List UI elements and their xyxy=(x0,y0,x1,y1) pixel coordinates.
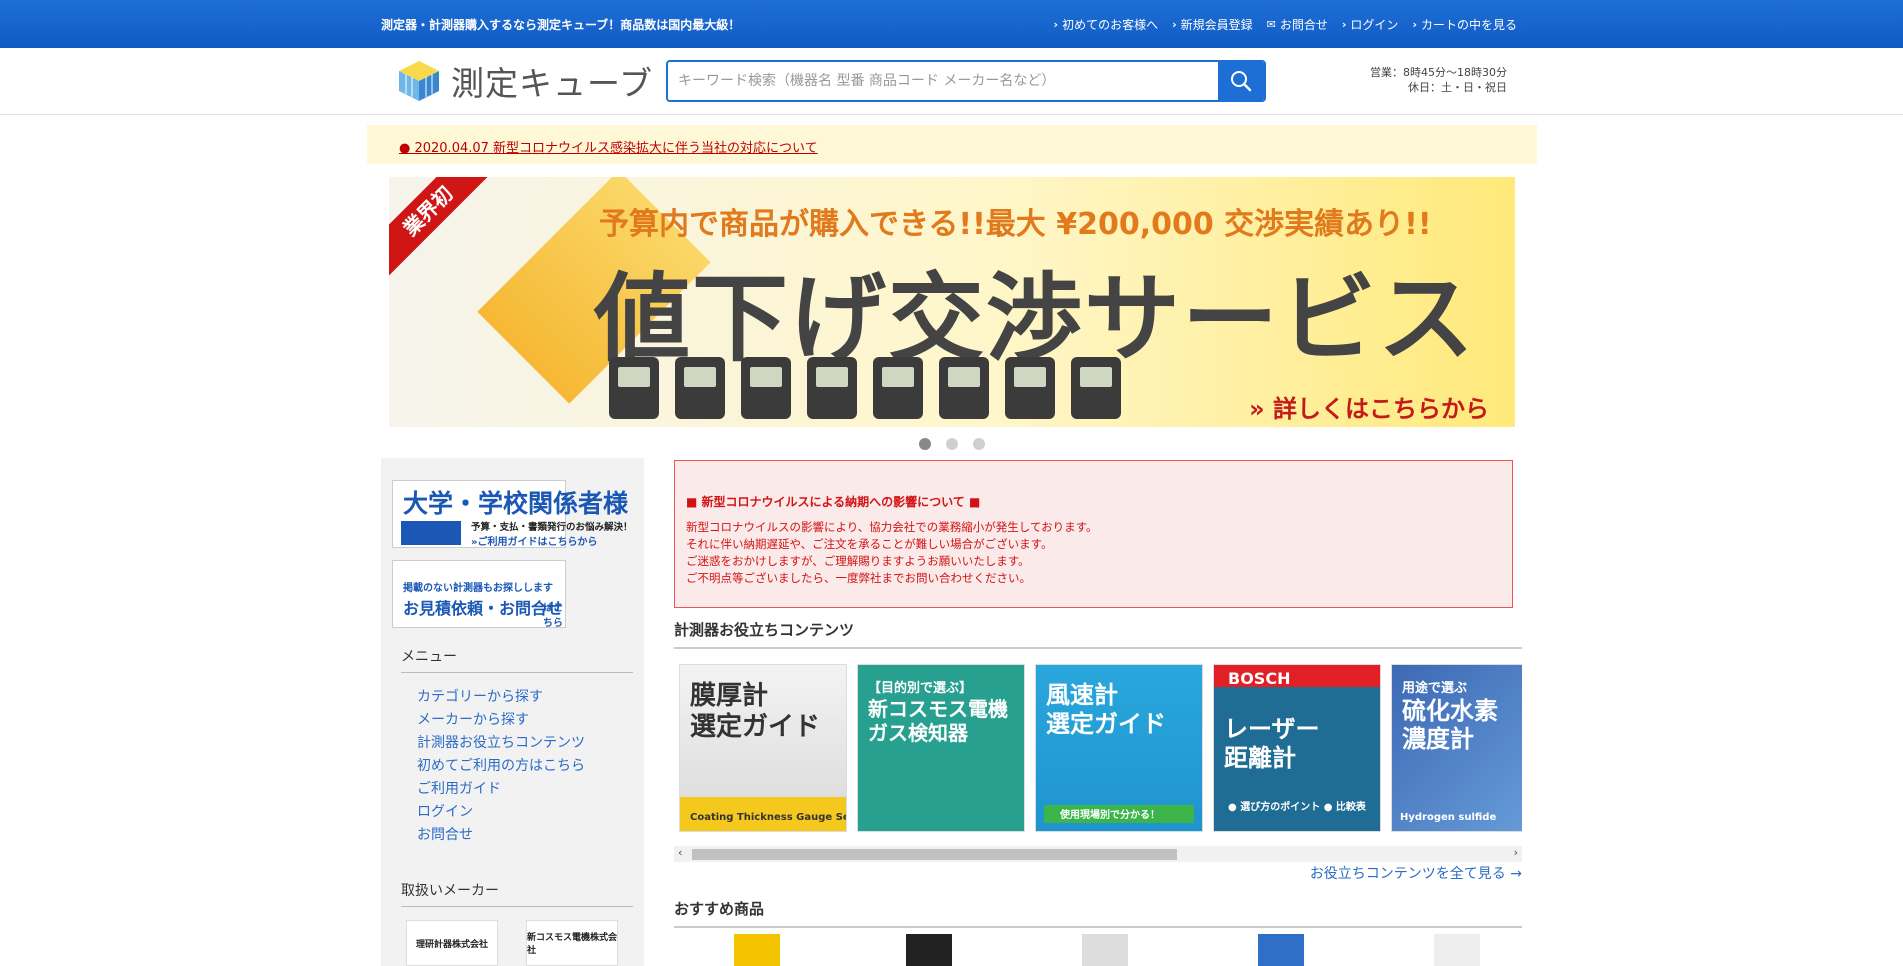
alert-title: ■ 新型コロナウイルスによる納期への影響について ■ xyxy=(686,495,981,509)
menu-item-maker[interactable]: メーカーから探す xyxy=(417,709,585,732)
site-tagline: 測定器・計測器購入するなら測定キューブ！商品数は国内最大級！ xyxy=(381,18,741,32)
content-card-gas-detector[interactable]: 【目的別で選ぶ】 新コスモス電機 ガス検知器 xyxy=(857,664,1025,832)
cart-link[interactable]: › カートの中を見る xyxy=(1412,16,1517,33)
menu-item-first-time[interactable]: 初めてご利用の方はこちら xyxy=(417,755,585,778)
carousel-dot[interactable] xyxy=(946,438,958,450)
cube-logo-icon xyxy=(395,57,443,105)
chevron-right-icon: › xyxy=(1412,18,1417,31)
content-card-film-thickness[interactable]: 膜厚計選定ガイド Coating Thickness Gauge Select … xyxy=(679,664,847,832)
device-image xyxy=(873,357,923,419)
contact-link[interactable]: ✉ お問合せ xyxy=(1267,16,1328,33)
device-image xyxy=(939,357,989,419)
scrollbar-thumb[interactable] xyxy=(692,849,1177,860)
device-image xyxy=(1005,357,1055,419)
content-card-anemometer[interactable]: 風速計 選定ガイド 使用現場別で分かる！ xyxy=(1035,664,1203,832)
quote-request-banner[interactable]: 掲載のない計測器もお探しします お見積依頼・お問合せ はこちら xyxy=(392,560,566,629)
contents-heading: 計測器お役立ちコンテンツ xyxy=(674,619,1522,649)
scroll-right-icon[interactable]: › xyxy=(1514,846,1518,859)
product-image[interactable] xyxy=(1258,934,1304,966)
menu-item-category[interactable]: カテゴリーから探す xyxy=(417,686,585,709)
product-image[interactable] xyxy=(1082,934,1128,966)
device-image xyxy=(1071,357,1121,419)
carousel-dot[interactable] xyxy=(919,438,931,450)
carousel-dot[interactable] xyxy=(973,438,985,450)
search-box xyxy=(666,60,1266,102)
sidebar: 大学・学校関係者様 予算・支払・書類発行のお悩み解決！ »ご利用ガイドはこちらか… xyxy=(381,458,644,966)
side-menu: カテゴリーから探す メーカーから探す 計測器お役立ちコンテンツ 初めてご利用の方… xyxy=(417,686,585,847)
carousel-dots xyxy=(919,438,985,450)
product-image[interactable] xyxy=(734,934,780,966)
device-image xyxy=(609,357,659,419)
scroll-left-icon[interactable]: ‹ xyxy=(678,846,682,859)
business-hours: 営業：8時45分〜18時30分 休日：土・日・祝日 xyxy=(1370,66,1507,94)
top-links: › 初めてのお客様へ › 新規会員登録 ✉ お問合せ › ログイン › カートの中を見る xyxy=(1054,16,1517,33)
view-all-contents-link[interactable]: お役立ちコンテンツを全て見る → xyxy=(1310,863,1522,883)
device-image xyxy=(807,357,857,419)
logo-text: 測定キューブ xyxy=(451,64,654,103)
site-header: 測定キューブ 営業：8時45分〜18時30分 休日：土・日・祝日 xyxy=(0,48,1903,115)
ribbon-badge: 業界初 xyxy=(389,177,494,277)
device-image xyxy=(675,357,725,419)
banner-more-link: » 詳しくはこちらから xyxy=(1249,395,1489,423)
top-bar: 測定器・計測器購入するなら測定キューブ！商品数は国内最大級！ › 初めてのお客様へ… xyxy=(0,0,1903,48)
school-building-icon xyxy=(401,521,461,545)
makers-heading: 取扱いメーカー xyxy=(401,880,633,907)
recommended-heading: おすすめ商品 xyxy=(674,898,1522,928)
alert-body: 新型コロナウイルスの影響により、協力会社での業務縮小が発生しております。 それに… xyxy=(686,520,1098,585)
content-card-h2s-meter[interactable]: 用途で選ぶ 硫化水素 濃度計 Hydrogen sulfide xyxy=(1391,664,1522,832)
content-card-laser-rangefinder[interactable]: BOSCH レーザー 距離計 ● 選び方のポイント ● 比較表 xyxy=(1213,664,1381,832)
device-images xyxy=(609,357,1121,419)
first-time-link[interactable]: › 初めてのお客様へ xyxy=(1054,16,1159,33)
chevron-right-icon: › xyxy=(1172,18,1177,31)
menu-item-contents[interactable]: 計測器お役立ちコンテンツ xyxy=(417,732,585,755)
maker-logos: 理研計器株式会社 新コスモス電機株式会社 xyxy=(406,920,618,966)
menu-heading: メニュー xyxy=(401,646,633,673)
delivery-alert: ■ 新型コロナウイルスによる納期への影響について ■ 新型コロナウイルスの影響に… xyxy=(674,460,1513,608)
double-chevron-icon: » xyxy=(1249,395,1265,423)
login-link[interactable]: › ログイン xyxy=(1342,16,1399,33)
mail-icon: ✉ xyxy=(1266,18,1276,31)
product-image[interactable] xyxy=(1434,934,1480,966)
banner-subtitle: 予算内で商品が購入できる!!最大 ¥200,000 交渉実績あり!! xyxy=(599,207,1432,242)
register-link[interactable]: › 新規会員登録 xyxy=(1172,16,1253,33)
menu-item-contact[interactable]: お問合せ xyxy=(417,824,585,847)
search-input[interactable] xyxy=(668,62,1218,100)
maker-logo-riken[interactable]: 理研計器株式会社 xyxy=(406,920,498,966)
contents-carousel: 膜厚計選定ガイド Coating Thickness Gauge Select … xyxy=(674,660,1522,836)
school-guide-banner[interactable]: 大学・学校関係者様 予算・支払・書類発行のお悩み解決！ »ご利用ガイドはこちらか… xyxy=(392,480,633,548)
site-logo[interactable]: 測定キューブ xyxy=(395,57,653,105)
user-icon: › xyxy=(1341,18,1347,31)
product-image[interactable] xyxy=(906,934,952,966)
notice-bar: ● 2020.04.07 新型コロナウイルス感染拡大に伴う当社の対応について xyxy=(367,125,1537,164)
hero-banner[interactable]: 業界初 予算内で商品が購入できる!!最大 ¥200,000 交渉実績あり!! 値… xyxy=(389,177,1515,427)
menu-item-login[interactable]: ログイン xyxy=(417,801,585,824)
maker-logo-cosmos[interactable]: 新コスモス電機株式会社 xyxy=(526,920,618,966)
chevron-right-icon: › xyxy=(1053,18,1059,31)
search-icon xyxy=(1231,71,1252,92)
horizontal-scrollbar[interactable]: ‹ › xyxy=(674,846,1522,862)
notice-link[interactable]: ● 2020.04.07 新型コロナウイルス感染拡大に伴う当社の対応について xyxy=(399,137,818,156)
device-image xyxy=(741,357,791,419)
search-button[interactable] xyxy=(1218,62,1264,100)
menu-item-guide[interactable]: ご利用ガイド xyxy=(417,778,585,801)
recommended-products xyxy=(674,934,1522,966)
